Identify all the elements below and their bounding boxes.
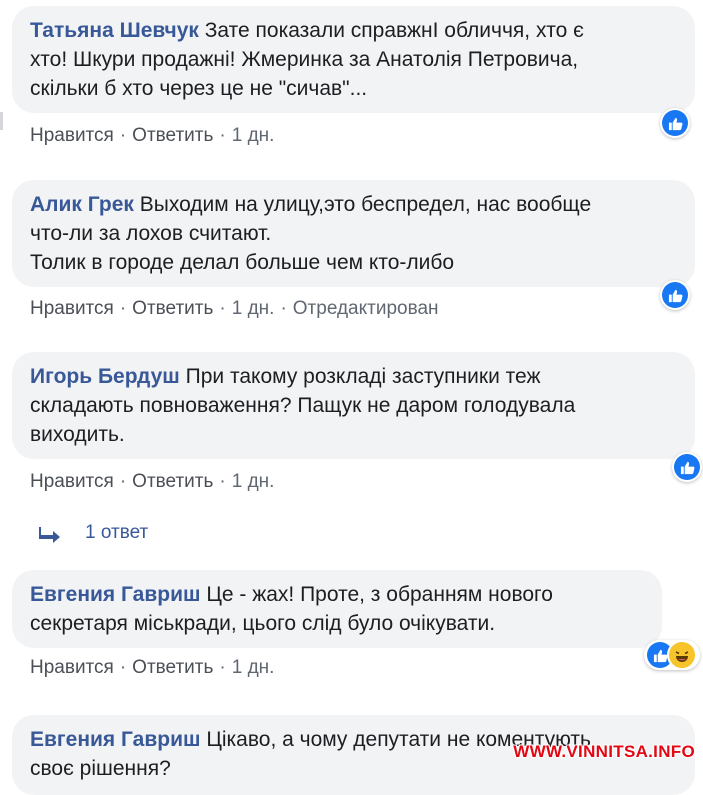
reaction-count[interactable] [644,640,700,670]
reply-link[interactable]: Ответить [132,657,213,678]
like-link[interactable]: Нравится [30,298,114,319]
site-watermark: WWW.VINNITSA.INFO [513,742,695,761]
comment-bubble: Татьяна Шевчук Зате показали справжнI об… [12,6,695,113]
separator: · [119,125,127,146]
comment-bubble: Алик Грек Выходим на улицу,это беспредел… [12,180,695,287]
reaction-count[interactable] [672,452,702,482]
separator: · [219,125,226,146]
like-link[interactable]: Нравится [30,471,114,492]
left-edge-mark [0,112,3,130]
thumbs-up-icon [674,454,700,480]
comment-actions: Нравится · Ответить · 1 дн. [30,471,274,493]
separator: · [219,471,226,492]
thumbs-up-icon [662,282,688,308]
comment-bubble: Игорь Бердуш При такому розкладі заступн… [12,352,695,459]
view-replies-link[interactable]: 1 ответ [85,522,148,544]
separator: · [119,298,127,319]
like-link[interactable]: Нравится [30,125,114,146]
reply-link[interactable]: Ответить [132,298,213,319]
separator: · [119,657,127,678]
reaction-count[interactable] [660,108,690,138]
like-link[interactable]: Нравится [30,657,114,678]
comment-author[interactable]: Татьяна Шевчук [30,19,199,42]
comment-time[interactable]: 1 дн. [232,657,275,678]
comment-author[interactable]: Евгения Гавриш [30,583,200,606]
reply-link[interactable]: Ответить [132,471,213,492]
comment-actions: Нравится · Ответить · 1 дн. [30,657,274,679]
comment-bubble: Евгения Гавриш Це - жах! Проте, з обранн… [12,570,662,648]
comment-author[interactable]: Игорь Бердуш [30,365,180,388]
comment-actions: Нравится · Ответить · 1 дн. [30,125,274,147]
comment-author[interactable]: Евгения Гавриш [30,728,200,751]
haha-face-icon [667,640,697,670]
comment-actions: Нравится · Ответить · 1 дн. · Отредактирован [30,298,439,320]
comment-author[interactable]: Алик Грек [30,193,134,216]
reply-link[interactable]: Ответить [132,125,213,146]
reaction-count[interactable] [660,280,690,310]
separator: · [119,471,127,492]
separator: · [280,298,287,319]
separator: · [219,298,226,319]
edited-label[interactable]: Отредактирован [293,298,439,319]
reply-arrow-icon [39,527,60,543]
thumbs-up-icon [662,110,688,136]
comment-time[interactable]: 1 дн. [232,298,275,319]
separator: · [219,657,226,678]
comment-time[interactable]: 1 дн. [232,471,275,492]
comment-time[interactable]: 1 дн. [232,125,275,146]
